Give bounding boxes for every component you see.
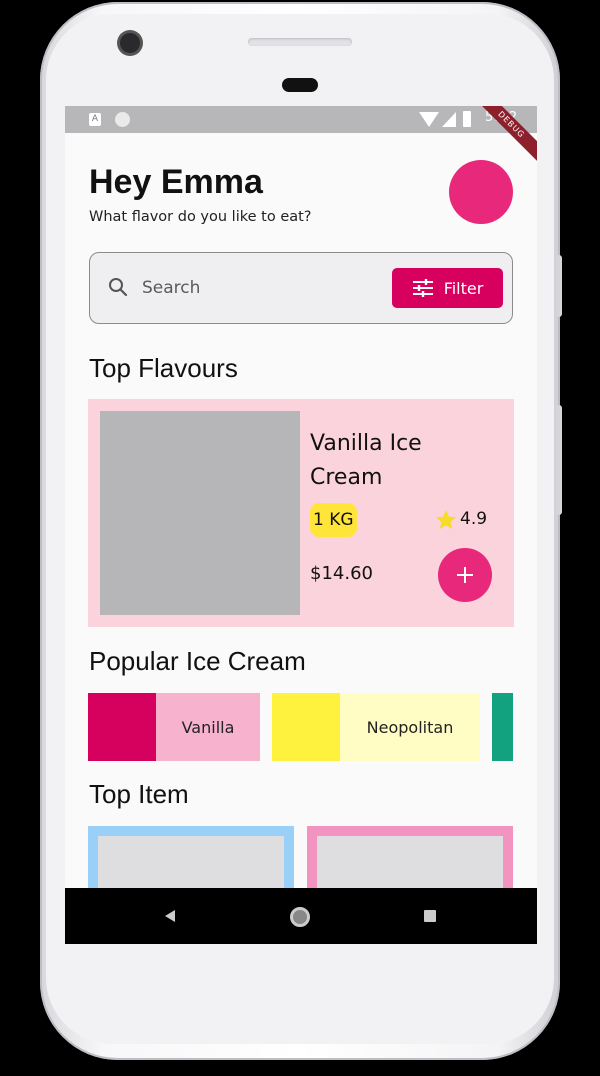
chip-swatch: [272, 693, 340, 761]
back-icon[interactable]: [165, 910, 175, 922]
search-icon: [109, 278, 128, 297]
wifi-icon: [419, 112, 439, 127]
navigation-bar: [65, 888, 537, 944]
section-title-top-flavours: Top Flavours: [89, 353, 238, 383]
search-bar: Filter: [89, 252, 513, 324]
earpiece: [282, 78, 318, 92]
greeting-title: Hey Emma: [89, 163, 263, 201]
chip-label: Neopolitan: [340, 693, 480, 761]
filter-sliders-icon: [412, 279, 433, 297]
recent-apps-icon[interactable]: [424, 910, 436, 922]
flavour-price: $14.60: [310, 563, 373, 584]
featured-flavour-card[interactable]: Vanilla Ice Cream 1 KG 4.9 $14.60: [88, 399, 514, 627]
filter-label: Filter: [443, 278, 484, 298]
front-camera: [120, 33, 140, 53]
notification-icon: A: [89, 113, 101, 126]
filter-button[interactable]: Filter: [392, 268, 503, 308]
chip-swatch: [88, 693, 156, 761]
popular-chip-vanilla[interactable]: Vanilla: [88, 693, 260, 761]
chip-swatch: [492, 693, 513, 761]
flavour-image-placeholder: [100, 411, 300, 615]
avatar[interactable]: [449, 160, 513, 224]
greeting-subtitle: What flavor do you like to eat?: [89, 209, 312, 225]
rating: 4.9: [436, 509, 487, 529]
star-icon: [436, 509, 456, 529]
weight-badge: 1 KG: [310, 503, 357, 537]
battery-icon: [463, 111, 471, 127]
speaker-grille: [248, 38, 352, 46]
status-bar: A 5:12 DEBUG: [65, 106, 537, 164]
power-button: [556, 405, 562, 515]
app-screen: A 5:12 DEBUG Hey Emma What flavor do you…: [65, 106, 537, 944]
signal-icon: [442, 112, 456, 127]
flavour-name: Vanilla Ice Cream: [310, 431, 422, 490]
chip-label: Vanilla: [156, 693, 260, 761]
volume-button: [556, 255, 562, 317]
popular-chip-neopolitan[interactable]: Neopolitan: [272, 693, 480, 761]
sync-icon: [115, 112, 130, 127]
section-title-top-item: Top Item: [89, 779, 189, 809]
search-input[interactable]: [142, 271, 372, 305]
rating-value: 4.9: [460, 509, 488, 529]
popular-chip-partial[interactable]: [492, 693, 513, 761]
plus-icon: [457, 567, 473, 583]
home-icon[interactable]: [290, 907, 310, 927]
section-title-popular: Popular Ice Cream: [89, 646, 306, 676]
debug-banner: DEBUG: [472, 106, 537, 164]
add-to-cart-button[interactable]: [438, 548, 492, 602]
